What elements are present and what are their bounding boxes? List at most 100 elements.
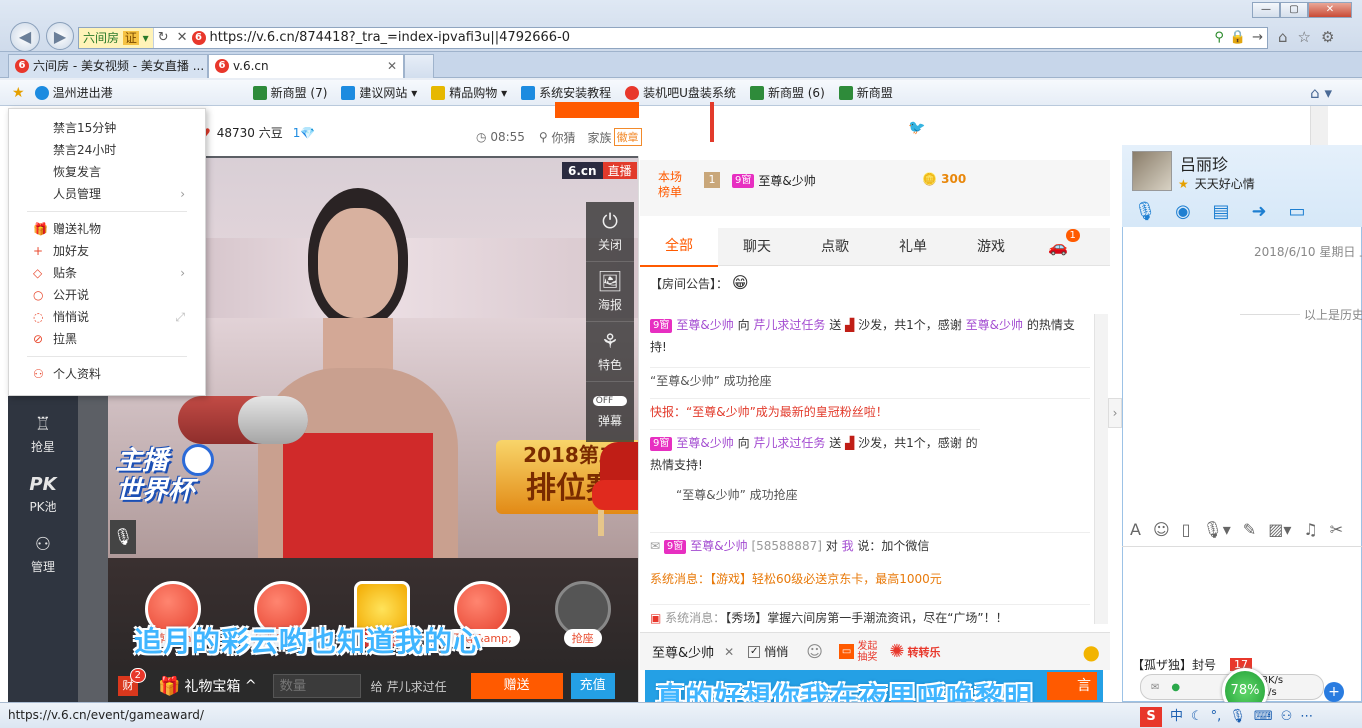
tool-poster[interactable]: 🖼 海报	[586, 262, 634, 322]
grab-seat[interactable]: 抢座	[554, 581, 611, 647]
msg-user[interactable]: 至尊&少帅	[676, 436, 733, 450]
font-icon[interactable]: A	[1130, 520, 1141, 539]
refresh-icon[interactable]: ↻	[158, 28, 169, 48]
system-message[interactable]: 系统消息：【游戏】轻松60级必送京东卡，最高1000元	[650, 566, 1090, 590]
go-arrow-icon[interactable]: →	[1252, 28, 1263, 48]
chat-target[interactable]: 至尊&少帅	[652, 642, 714, 661]
menu-add-friend[interactable]: + 加好友	[9, 240, 205, 262]
video-call-icon[interactable]: ◉	[1170, 199, 1196, 225]
fav-jingpin[interactable]: 精品购物 ▾	[431, 84, 507, 101]
collapse-arrow-icon[interactable]: ›	[1108, 398, 1122, 428]
file-transfer-icon[interactable]: ➜	[1246, 199, 1272, 225]
emoji-icon[interactable]: ☺	[806, 642, 823, 661]
tab-song[interactable]: 点歌	[796, 228, 874, 266]
mic-icon[interactable]: 🎙	[110, 520, 136, 554]
plus-icon[interactable]: +	[1324, 682, 1344, 702]
menu-whisper[interactable]: ◌ 悄悄说 ⤢	[9, 306, 205, 328]
sogou-ime-icon[interactable]: S	[1140, 707, 1162, 727]
close-window-button[interactable]: ✕	[1308, 2, 1352, 18]
menu-sticker[interactable]: ◇ 贴条 ›	[9, 262, 205, 284]
whisper-checkbox[interactable]: ✓	[748, 645, 761, 658]
fav-wenzhou[interactable]: 温州进出港	[34, 84, 113, 101]
contact-name[interactable]: 吕丽珍	[1180, 151, 1228, 175]
home-dropdown-icon[interactable]: ⌂ ▾	[1310, 84, 1332, 102]
tab-liujianfang[interactable]: 6 六间房 - 美女视频 - 美女直播 ...	[8, 53, 208, 78]
search-icon[interactable]: ⚲	[1214, 28, 1224, 48]
msg-target[interactable]: 芹儿求过任务	[753, 318, 825, 332]
tab-v6cn[interactable]: 6 v.6.cn ✕	[208, 53, 404, 78]
scissors-icon[interactable]: ✂	[1330, 520, 1343, 539]
egg-icon[interactable]: ●	[1083, 640, 1100, 664]
image-icon[interactable]: ▨▾	[1268, 520, 1291, 539]
car-icon[interactable]: 🚗 1	[1048, 229, 1080, 256]
star-favorites-icon[interactable]: ☆	[1298, 28, 1311, 46]
user-icon[interactable]: ⚇	[1281, 705, 1293, 728]
back-button[interactable]: ◀	[10, 22, 40, 52]
msg-user[interactable]: 至尊&少帅	[676, 318, 733, 332]
maximize-button[interactable]: ▢	[1280, 2, 1308, 18]
fav-zhuangji[interactable]: 装机吧U盘装系统	[625, 84, 736, 101]
danmaku-toggle[interactable]: OFF	[592, 395, 628, 406]
recharge-button[interactable]: 充值	[570, 673, 615, 699]
menu-unmute[interactable]: 恢复发言	[9, 161, 205, 183]
menu-block[interactable]: ⊘ 拉黑	[9, 328, 205, 350]
address-field[interactable]: 六间房 证 ▾ ↻ ✕ 6 https://v.6.cn/874418?_tra…	[78, 27, 1268, 49]
voice-icon[interactable]: 🎙	[1132, 199, 1158, 225]
gear-icon[interactable]: ⚙	[1321, 28, 1334, 46]
menu-send-gift[interactable]: 🎁 赠送礼物	[9, 218, 205, 240]
avatar[interactable]	[1132, 151, 1172, 191]
clear-target-icon[interactable]: ✕	[724, 645, 734, 659]
home-icon[interactable]: ⌂	[1278, 28, 1288, 46]
menu-public-chat[interactable]: ○ 公开说	[9, 284, 205, 306]
tab-chat[interactable]: 聊天	[718, 228, 796, 266]
tab-all[interactable]: 全部	[640, 226, 718, 267]
site-identity-tag[interactable]: 六间房 证 ▾	[79, 28, 154, 48]
family-badge[interactable]: 徽章	[613, 128, 642, 146]
ime-lang-icon[interactable]: 中	[1170, 705, 1183, 728]
emoji-icon[interactable]: ☺	[1153, 520, 1170, 539]
more-icon[interactable]: ⋯	[1300, 705, 1313, 728]
shake-icon[interactable]: ▯	[1182, 520, 1191, 539]
nav-pk[interactable]: PK PK池	[8, 464, 78, 524]
tool-feature[interactable]: ⚘ 特色	[586, 322, 634, 382]
quantity-input[interactable]	[272, 674, 361, 698]
lottery-button[interactable]: ▭ 发起 抽奖	[838, 641, 877, 663]
keyboard-icon[interactable]: ⌨	[1254, 705, 1273, 728]
fav-xinshangmeng[interactable]: 新商盟	[838, 84, 893, 101]
fav-xinshangmeng-7[interactable]: 新商盟 (7)	[252, 84, 327, 101]
rank-tab[interactable]: 本场 榜单	[658, 170, 682, 200]
qq-message-input[interactable]	[1122, 546, 1362, 656]
rank-user[interactable]: 9窗 至尊&少帅	[732, 172, 816, 189]
remote-desktop-icon[interactable]: ▭	[1284, 199, 1310, 225]
tab-gifts[interactable]: 礼单	[874, 228, 952, 266]
stop-icon[interactable]: ✕	[177, 28, 188, 48]
moon-icon[interactable]: ☾	[1191, 705, 1203, 728]
voice-message-icon[interactable]: 🎙▾	[1202, 520, 1230, 539]
menu-mute-15min[interactable]: 禁言15分钟	[9, 117, 205, 139]
chat-scrollbar[interactable]	[1094, 314, 1108, 624]
tab-close-icon[interactable]: ✕	[387, 55, 397, 77]
send-message-button[interactable]: 言	[1047, 672, 1097, 700]
msg-user[interactable]: 至尊&少帅	[690, 539, 747, 553]
nav-grab-star[interactable]: ♖ 抢星	[8, 404, 78, 464]
menu-profile[interactable]: ⚇ 个人资料	[9, 363, 205, 385]
wealth-icon[interactable]: 财 2	[118, 668, 146, 696]
punct-icon[interactable]: °,	[1211, 705, 1222, 728]
minimize-button[interactable]: —	[1252, 2, 1280, 18]
edit-icon[interactable]: ✎	[1243, 520, 1256, 539]
nav-admin[interactable]: ⚇ 管理	[8, 524, 78, 584]
tool-danmaku[interactable]: OFF 弹幕	[586, 382, 634, 442]
system-message[interactable]: ▣ 系统消息：【秀场】掌握六间房第一手潮流资讯，尽在“广场”！！	[650, 604, 1090, 629]
expand-icon[interactable]: ⤢	[175, 306, 185, 328]
menu-staff-manage[interactable]: 人员管理 ›	[9, 183, 205, 205]
tool-close[interactable]: ⏻ 关闭	[586, 202, 634, 262]
mic-icon[interactable]: 🎙	[1229, 705, 1246, 728]
new-tab-button[interactable]	[404, 53, 434, 78]
recipient-field[interactable]: 芹儿求过任	[387, 678, 471, 695]
follow-button[interactable]	[555, 102, 639, 118]
send-gift-button[interactable]: 赠送	[470, 673, 563, 699]
msg-target[interactable]: 芹儿求过任务	[753, 436, 825, 450]
menu-mute-24h[interactable]: 禁言24小时	[9, 139, 205, 161]
share-screen-icon[interactable]: ▤	[1208, 199, 1234, 225]
msg-user[interactable]: 至尊&少帅	[966, 318, 1023, 332]
